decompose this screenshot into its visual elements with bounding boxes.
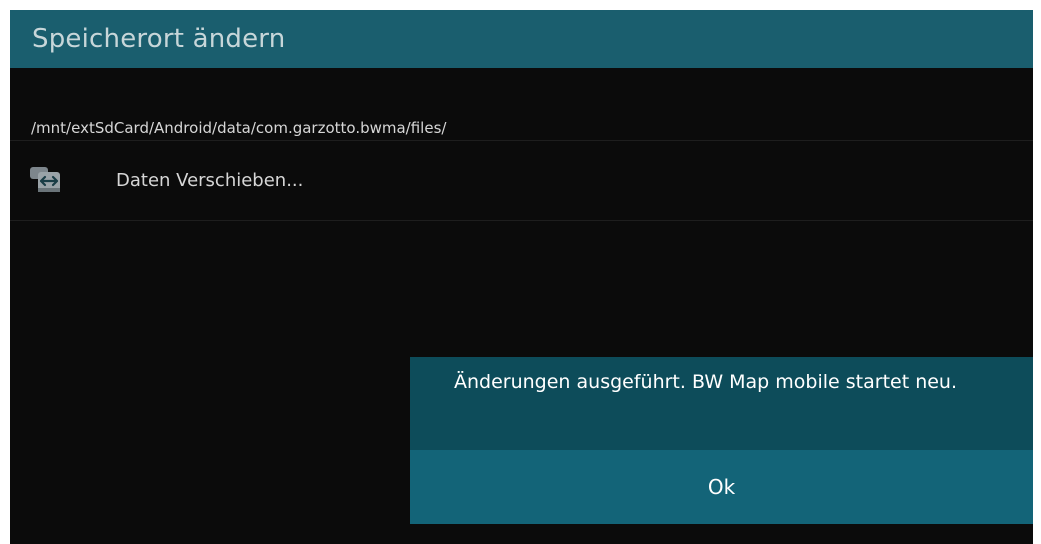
app-screen: Speicherort ändern /mnt/extSdCard/Androi… bbox=[10, 10, 1033, 544]
storage-path-row: /mnt/extSdCard/Android/data/com.garzotto… bbox=[10, 68, 1033, 141]
dialog-message: Änderungen ausgeführt. BW Map mobile sta… bbox=[454, 371, 958, 393]
page-title: Speicherort ändern bbox=[32, 24, 286, 54]
storage-path-text: /mnt/extSdCard/Android/data/com.garzotto… bbox=[31, 119, 447, 137]
restart-dialog: Änderungen ausgeführt. BW Map mobile sta… bbox=[410, 357, 1033, 524]
title-bar: Speicherort ändern bbox=[10, 10, 1033, 68]
move-data-item[interactable]: Daten Verschieben... bbox=[10, 141, 1033, 221]
move-data-label: Daten Verschieben... bbox=[116, 170, 304, 191]
move-data-icon bbox=[28, 163, 64, 199]
ok-button[interactable]: Ok bbox=[410, 450, 1033, 524]
